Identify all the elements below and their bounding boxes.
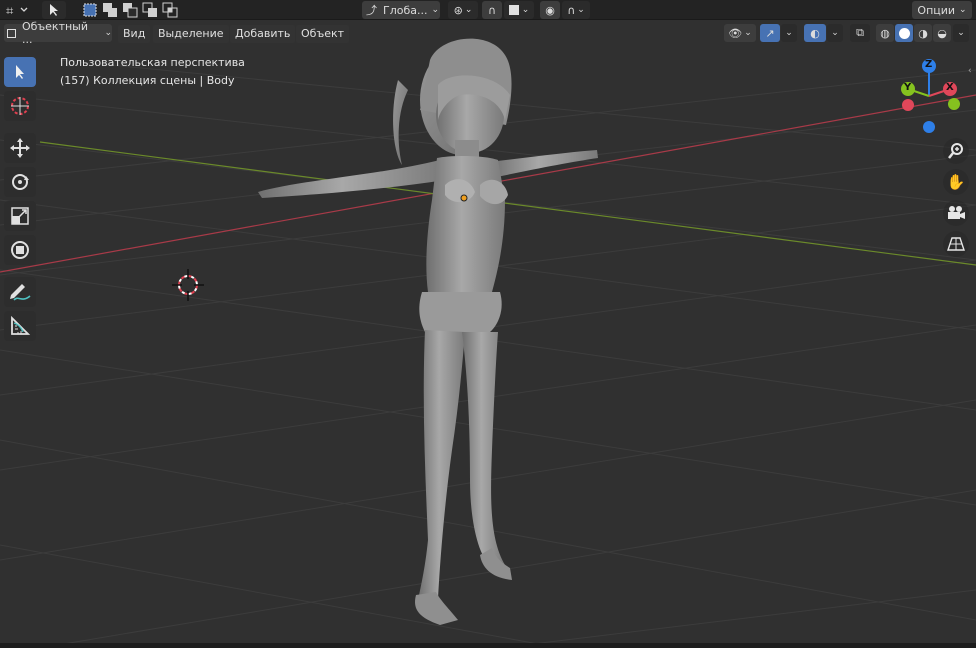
snap-toggle[interactable]: ∩ (482, 1, 502, 19)
3d-cursor-icon (11, 97, 29, 115)
transform-pivot-icon[interactable]: ⌗ (4, 1, 30, 19)
gizmo-toggle[interactable]: ↗ (760, 24, 780, 42)
tool-move[interactable] (4, 133, 36, 163)
shading-solid[interactable] (895, 24, 913, 42)
select-cursor-icon (16, 65, 24, 79)
tool-measure[interactable] (4, 311, 36, 341)
magnet-icon: ∩ (487, 3, 497, 17)
gizmo-label-x: X (946, 82, 954, 93)
falloff-curve-icon: ∩ (567, 3, 576, 17)
visibility-dropdown[interactable]: 👁 ⌄ (724, 24, 756, 42)
rotate-icon (12, 174, 29, 190)
menu-add[interactable]: Добавить (230, 25, 296, 43)
gizmo-label-z: Z (925, 59, 933, 70)
rendered-shading-icon: ◒ (937, 26, 947, 40)
select-new-icon[interactable] (80, 1, 100, 19)
overlays-toggle[interactable]: ◐ (804, 24, 826, 42)
grid-perspective-icon (947, 237, 965, 251)
chevron-down-icon: ⌄ (577, 5, 585, 15)
camera-view-button[interactable] (943, 200, 969, 226)
shading-material[interactable]: ◑ (914, 24, 932, 42)
zoom-icon (948, 143, 963, 159)
select-extend-icon[interactable] (100, 1, 120, 19)
chevron-down-icon: ⌄ (431, 5, 440, 15)
gizmo-label-y: Y (904, 82, 912, 93)
svg-text:⌗: ⌗ (6, 4, 14, 17)
sidebar-expand-arrow[interactable]: ‹ (968, 66, 972, 76)
gizmo-dropdown[interactable]: ⌄ (781, 24, 797, 42)
select-subtract-icon[interactable] (120, 1, 140, 19)
collection-info-label: (157) Коллекция сцены | Body (60, 74, 235, 87)
status-strip (0, 643, 976, 648)
proportional-icon: ◉ (545, 3, 555, 17)
select-invert-icon[interactable] (140, 1, 160, 19)
3d-viewport[interactable] (0, 0, 976, 648)
select-intersect-icon[interactable] (160, 1, 180, 19)
move-icon (10, 138, 30, 158)
menu-view[interactable]: Вид (118, 25, 151, 43)
snap-increment-icon (508, 5, 519, 15)
hand-icon: ✋ (946, 173, 966, 191)
object-origin (460, 194, 468, 202)
tool-transform[interactable] (4, 235, 36, 265)
wireframe-shading-icon: ◍ (880, 26, 890, 40)
select-tool-icon[interactable] (42, 1, 66, 19)
tool-rotate[interactable] (4, 167, 36, 197)
shading-wireframe[interactable]: ◍ (876, 24, 894, 42)
shading-dropdown[interactable]: ⌄ (953, 24, 969, 42)
chevron-down-icon: ⌄ (744, 28, 752, 38)
options-dropdown[interactable]: Опции ⌄ (912, 1, 972, 19)
mode-dropdown[interactable]: Объектный ... ⌄ (4, 20, 112, 46)
proportional-editing-toggle[interactable]: ◉ (540, 1, 560, 19)
chevron-down-icon: ⌄ (104, 28, 112, 38)
tool-scale[interactable] (4, 201, 36, 231)
chevron-down-icon: ⌄ (831, 28, 839, 38)
pivot-point-dropdown[interactable]: ⊛ ⌄ (448, 1, 478, 19)
object-mode-icon (7, 28, 16, 38)
chevron-down-icon: ⌄ (785, 28, 793, 38)
xray-toggle[interactable]: ⧉ (850, 24, 870, 42)
chevron-down-icon: ⌄ (957, 28, 965, 38)
falloff-dropdown[interactable]: ∩ ⌄ (562, 1, 590, 19)
measure-ruler-icon (11, 315, 31, 335)
eye-icon: 👁 (728, 26, 743, 40)
chevron-down-icon: ⌄ (464, 5, 473, 15)
snap-target-dropdown[interactable]: ⌄ (504, 1, 534, 19)
solid-shading-icon (898, 27, 910, 39)
pan-button[interactable]: ✋ (943, 169, 969, 195)
overlays-dropdown[interactable]: ⌄ (827, 24, 843, 42)
tool-annotate[interactable] (4, 277, 36, 307)
mode-label: Объектный ... (21, 20, 89, 46)
scale-icon (11, 207, 29, 225)
orientation-label: Глоба... (383, 3, 428, 17)
chevron-down-icon: ⌄ (521, 5, 530, 15)
transform-icon (11, 241, 29, 259)
camera-icon (948, 206, 965, 219)
overlays-icon: ◐ (810, 26, 820, 40)
perspective-toggle-button[interactable] (943, 231, 969, 257)
orientation-icon: ⤴ (366, 4, 377, 17)
tool-settings-bar: ⌗ ⤴ Глоба... ⌄ ⊛ ⌄ ∩ ⌄ ◉ ∩ ⌄ Опции ⌄ (0, 0, 976, 20)
gizmo-icon: ↗ (765, 26, 775, 40)
menu-select[interactable]: Выделение (153, 25, 229, 43)
zoom-button[interactable] (943, 138, 969, 164)
shading-rendered[interactable]: ◒ (933, 24, 951, 42)
view-name-label: Пользовательская перспектива (60, 56, 245, 69)
xray-icon: ⧉ (856, 26, 864, 39)
transform-orientation-dropdown[interactable]: ⤴ Глоба... ⌄ (362, 1, 440, 19)
menu-object[interactable]: Объект (296, 25, 350, 43)
annotate-pencil-icon (10, 284, 31, 301)
options-label: Опции (917, 3, 956, 17)
chevron-down-icon: ⌄ (959, 5, 967, 15)
material-shading-icon: ◑ (918, 26, 928, 40)
tool-select-box[interactable] (4, 57, 36, 87)
tool-cursor[interactable] (4, 91, 36, 121)
pivot-icon: ⊛ (453, 3, 463, 17)
